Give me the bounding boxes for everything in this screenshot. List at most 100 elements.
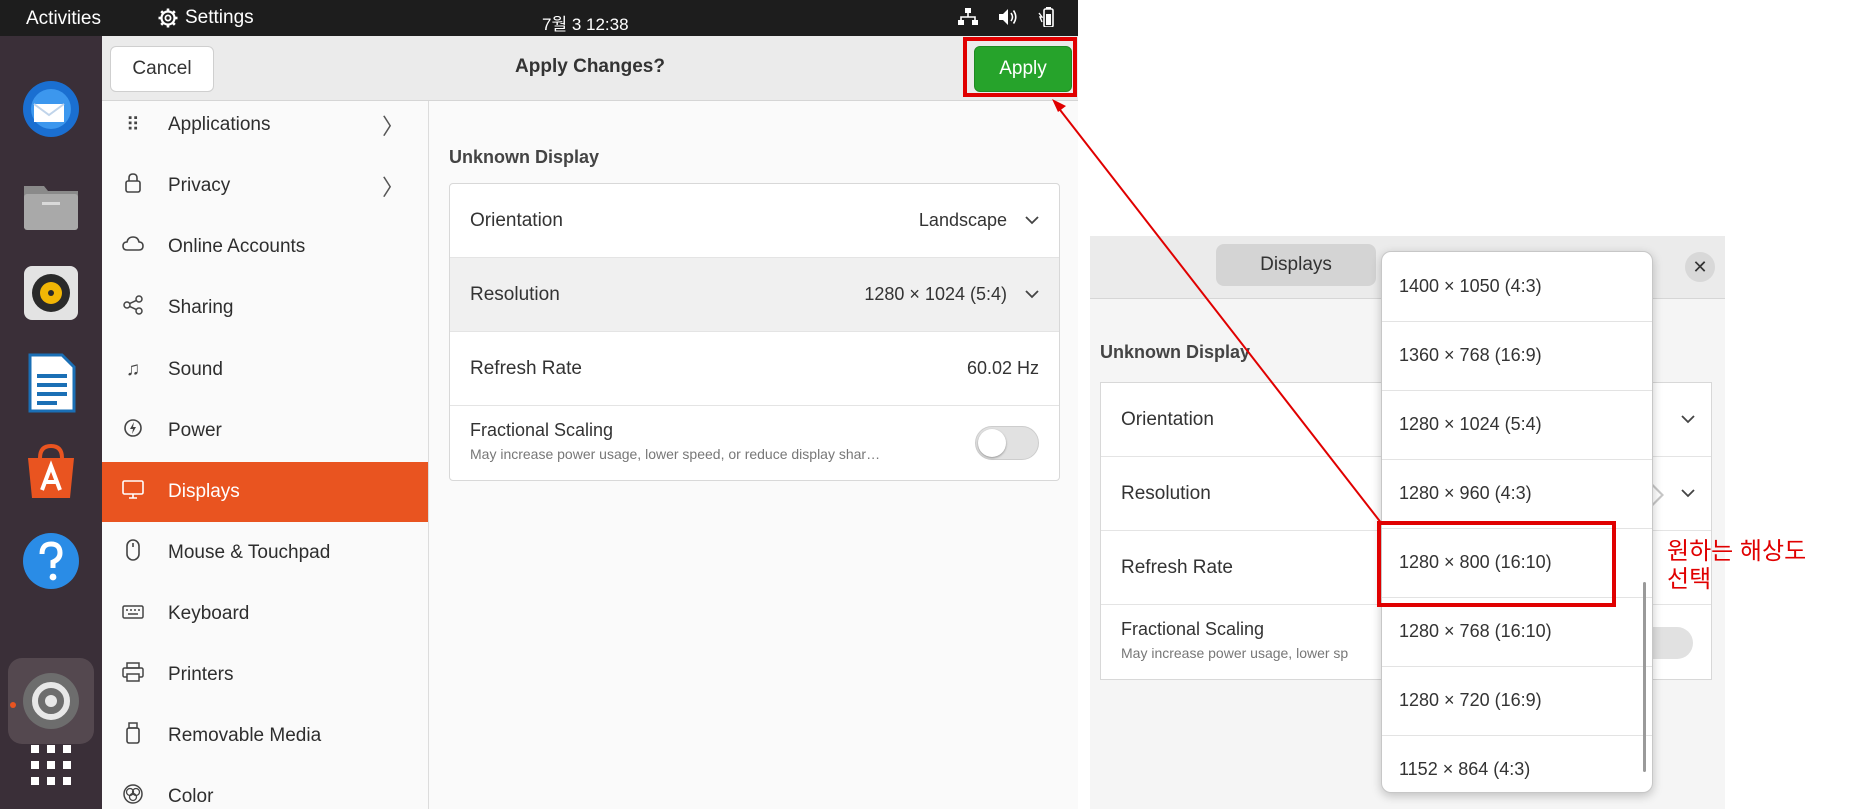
clock[interactable]: 7월 3 12:38 <box>542 10 629 35</box>
refresh-rate-value: 60.02 Hz <box>966 358 1039 378</box>
sidebar-item-label: Keyboard <box>168 603 250 624</box>
sidebar-item-sound[interactable]: ♫ Sound <box>102 340 428 400</box>
sidebar-item-power[interactable]: Power <box>102 401 428 461</box>
fractional-scaling-label: Fractional Scaling <box>470 420 614 440</box>
cloud-icon <box>122 236 144 258</box>
resolution-option-label: 1400 × 1050 (4:3) <box>1399 276 1542 296</box>
orientation-row[interactable]: Orientation Landscape <box>450 184 1059 258</box>
desktop-screen: Activities Settings 7월 3 12:38 Cancel Ap… <box>0 0 1078 809</box>
music-note-icon: ♫ <box>125 359 141 380</box>
chevron-down-icon <box>1681 485 1695 502</box>
resolution-option[interactable]: 1280 × 1024 (5:4) <box>1382 390 1652 460</box>
printer-icon <box>122 662 144 688</box>
resolution-option[interactable]: 1400 × 1050 (4:3) <box>1382 252 1652 322</box>
settings-window: Cancel Apply Changes? Apply ⠿ Applicatio… <box>102 36 1078 809</box>
fractional-scaling-toggle[interactable] <box>975 426 1039 460</box>
dropdown-scrollbar[interactable] <box>1643 582 1646 772</box>
toggle-knob <box>978 429 1006 457</box>
app-name: Settings <box>185 7 254 28</box>
sidebar-item-label: Printers <box>168 664 234 685</box>
orientation-label: Orientation <box>470 209 563 231</box>
power-icon <box>122 418 144 444</box>
sidebar-item-label: Privacy <box>168 175 231 196</box>
network-icon <box>958 8 978 25</box>
display-name-heading: Unknown Display <box>449 147 600 167</box>
top-bar: Activities Settings 7월 3 12:38 <box>0 0 1078 36</box>
chevron-right-icon: 〉 <box>381 175 404 200</box>
resolution-row[interactable]: Resolution 1280 × 1024 (5:4) <box>450 258 1059 332</box>
sidebar-item-keyboard[interactable]: Keyboard <box>102 584 428 644</box>
resolution-option-label: 1280 × 768 (16:10) <box>1399 621 1552 641</box>
rhythmbox-icon[interactable] <box>20 262 82 324</box>
chevron-down-icon <box>1025 212 1039 229</box>
files-icon[interactable] <box>20 174 82 236</box>
resolution-option-label: 1152 × 864 (4:3) <box>1399 759 1531 779</box>
resolution-option-label: 1360 × 768 (16:9) <box>1399 345 1542 365</box>
dock <box>0 36 102 809</box>
sidebar-item-label: Removable Media <box>168 725 322 746</box>
header-bar: Cancel Apply Changes? Apply <box>102 36 1078 101</box>
resolution-option-label: 1280 × 1024 (5:4) <box>1399 414 1542 434</box>
help-icon[interactable] <box>20 530 82 592</box>
sidebar-item-label: Sound <box>168 359 223 380</box>
resolution-option[interactable]: 1280 × 960 (4:3) <box>1382 459 1652 529</box>
sidebar-item-mouse-touchpad[interactable]: Mouse & Touchpad <box>102 523 428 583</box>
sidebar-item-label: Applications <box>168 114 271 135</box>
annotation-text: 원하는 해상도 선택 <box>1667 538 1852 594</box>
orientation-value: Landscape <box>918 210 1007 230</box>
settings-app-icon[interactable] <box>20 670 82 732</box>
share-icon <box>122 295 144 321</box>
fractional-scaling-row: Fractional Scaling May increase power us… <box>450 406 1059 479</box>
sidebar-item-privacy[interactable]: Privacy 〉 <box>102 156 428 216</box>
resolution-option[interactable]: 1280 × 768 (16:10) <box>1382 597 1652 667</box>
color-icon <box>122 783 144 809</box>
resolution-option[interactable]: 1152 × 864 (4:3) <box>1382 735 1652 792</box>
inset-resolution-label: Resolution <box>1121 482 1211 504</box>
keyboard-icon <box>122 603 144 625</box>
libreoffice-writer-icon[interactable] <box>20 352 82 414</box>
inset-fractional-scaling-description: May increase power usage, lower sp <box>1121 645 1349 661</box>
chevron-right-icon: 〉 <box>381 114 404 139</box>
resolution-value: 1280 × 1024 (5:4) <box>864 284 1007 304</box>
show-apps-grid-icon[interactable] <box>20 734 82 796</box>
sidebar-item-online-accounts[interactable]: Online Accounts <box>102 217 428 277</box>
thunderbird-icon[interactable] <box>20 78 82 140</box>
sidebar-item-displays[interactable]: Displays <box>102 462 428 522</box>
inset-fractional-scaling-label: Fractional Scaling <box>1121 619 1265 639</box>
sidebar-item-color[interactable]: Color <box>102 767 428 809</box>
app-center-icon[interactable] <box>20 440 82 502</box>
settings-sidebar: ⠿ Applications 〉 Privacy 〉 Online Accoun… <box>102 101 429 809</box>
battery-icon <box>1038 7 1054 27</box>
display-icon <box>122 479 144 505</box>
annotation-line-2: 선택 <box>1667 566 1712 593</box>
resolution-option-label: 1280 × 960 (4:3) <box>1399 483 1532 503</box>
sidebar-item-removable-media[interactable]: Removable Media <box>102 706 428 766</box>
apply-highlight-box <box>963 37 1077 97</box>
refresh-rate-row[interactable]: Refresh Rate 60.02 Hz <box>450 332 1059 406</box>
system-tray[interactable] <box>958 7 1058 27</box>
sidebar-item-label: Online Accounts <box>168 236 306 257</box>
apps-grid-icon: ⠿ <box>126 114 140 136</box>
sidebar-item-printers[interactable]: Printers <box>102 645 428 705</box>
annotation-line-1: 원하는 해상도 <box>1667 538 1807 565</box>
displays-panel: Unknown Display Orientation Landscape Re… <box>429 101 1078 809</box>
display-settings-list: Orientation Landscape Resolution 1280 × … <box>449 183 1060 481</box>
header-title: Apply Changes? <box>515 56 665 77</box>
resolution-option[interactable]: 1360 × 768 (16:9) <box>1382 321 1652 391</box>
close-icon[interactable]: ✕ <box>1685 252 1715 282</box>
fractional-scaling-description: May increase power usage, lower speed, o… <box>470 446 881 462</box>
activities-button[interactable]: Activities <box>26 8 101 30</box>
app-menu[interactable]: Settings <box>158 7 254 29</box>
resolution-label: Resolution <box>470 283 560 305</box>
sidebar-item-sharing[interactable]: Sharing <box>102 278 428 338</box>
inset-orientation-label: Orientation <box>1121 408 1214 430</box>
gear-icon <box>158 8 178 28</box>
sidebar-item-applications[interactable]: ⠿ Applications 〉 <box>102 95 428 155</box>
mouse-icon <box>122 539 144 567</box>
volume-icon <box>999 9 1017 25</box>
sidebar-item-label: Power <box>168 420 222 441</box>
tab-displays[interactable]: Displays <box>1216 244 1376 286</box>
sidebar-item-label: Mouse & Touchpad <box>168 542 331 563</box>
resolution-option[interactable]: 1280 × 720 (16:9) <box>1382 666 1652 736</box>
refresh-rate-label: Refresh Rate <box>470 357 582 379</box>
